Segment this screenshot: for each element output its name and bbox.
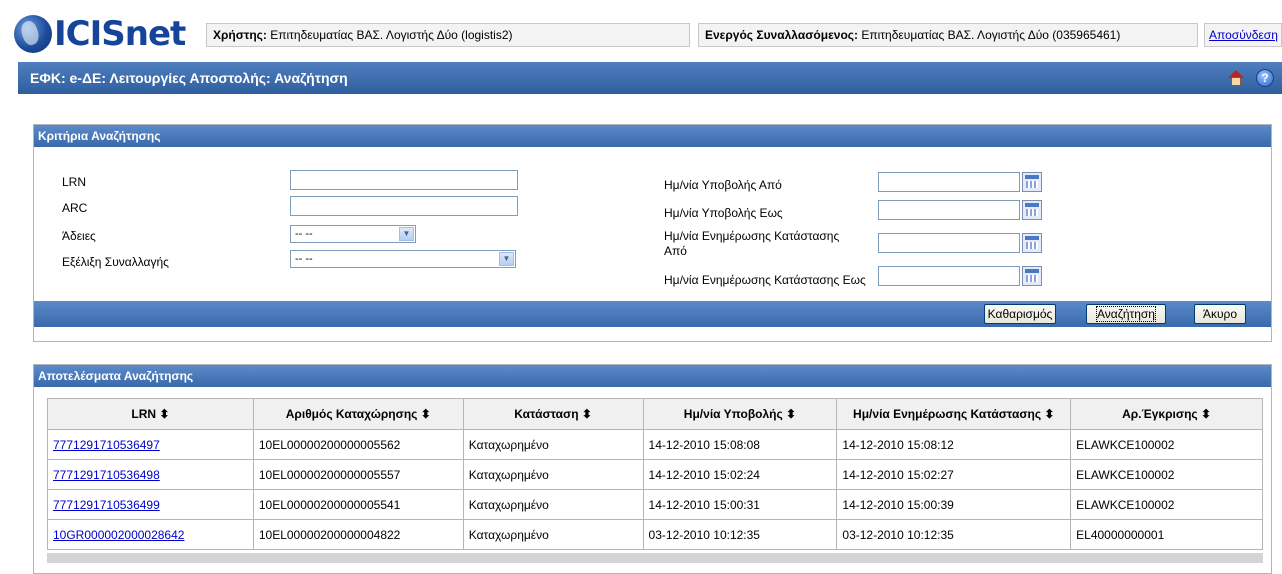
status-update-date-cell: 14-12-2010 15:02:27	[836, 459, 1072, 490]
home-icon[interactable]	[1228, 70, 1244, 86]
update-from-label-line2: Από	[664, 244, 687, 258]
lrn-cell: 10GR000002000028642	[47, 519, 254, 550]
update-to-label: Ημ/νία Ενημέρωσης Κατάστασης Εως	[664, 273, 866, 287]
user-label: Χρήστης:	[213, 28, 267, 42]
horizontal-scrollbar[interactable]	[47, 553, 1263, 563]
criteria-button-bar: Καθαρισμός Αναζήτηση Άκυρο	[34, 301, 1271, 327]
registration-number-cell: 10EL00000200000005562	[252, 429, 464, 460]
search-button[interactable]: Αναζήτηση	[1086, 304, 1166, 324]
table-row: 7771291710536497 10EL00000200000005562 Κ…	[47, 429, 1263, 460]
search-results-panel: Αποτελέσματα Αναζήτησης LRN ⬍ Αριθμός Κα…	[33, 364, 1272, 574]
column-header-registration-number[interactable]: Αριθμός Καταχώρησης ⬍	[252, 398, 464, 430]
table-row: 7771291710536499 10EL00000200000005541 Κ…	[47, 489, 1263, 520]
update-to-input[interactable]	[878, 266, 1020, 286]
icisnet-logo: ICISnet	[14, 14, 186, 54]
help-icon[interactable]: ?	[1256, 69, 1274, 87]
search-criteria-panel: Κριτήρια Αναζήτησης LRN ARC Άδειες -- --…	[33, 124, 1272, 342]
permits-select[interactable]: -- -- ▼	[290, 225, 416, 243]
column-header-approval-number[interactable]: Αρ.Έγκρισης ⬍	[1070, 398, 1263, 430]
permits-select-value: -- --	[295, 228, 313, 240]
arc-input[interactable]	[290, 196, 518, 216]
column-header-submission-date[interactable]: Ημ/νία Υποβολής ⬍	[642, 398, 838, 430]
user-value: Επιτηδευματίας ΒΑΣ. Λογιστής Δύο (logist…	[270, 28, 513, 42]
active-party-label: Ενεργός Συναλλασόμενος:	[705, 28, 859, 42]
page-title-bar: ΕΦΚ: e-ΔΕ: Λειτουργίες Αποστολής: Αναζήτ…	[18, 62, 1282, 94]
submission-date-cell: 14-12-2010 15:00:31	[642, 489, 838, 520]
submission-from-input[interactable]	[878, 172, 1020, 192]
column-header-status[interactable]: Κατάσταση ⬍	[462, 398, 644, 430]
lrn-link[interactable]: 10GR000002000028642	[53, 528, 184, 542]
search-button-label: Αναζήτηση	[1096, 306, 1156, 322]
table-header-row: LRN ⬍ Αριθμός Καταχώρησης ⬍ Κατάσταση ⬍ …	[47, 398, 1263, 430]
search-results-header: Αποτελέσματα Αναζήτησης	[34, 365, 1271, 387]
registration-number-cell: 10EL00000200000005541	[252, 489, 464, 520]
status-cell: Καταχωρημένο	[462, 489, 644, 520]
globe-icon	[14, 15, 52, 53]
approval-number-cell: ELAWKCE100002	[1070, 429, 1263, 460]
status-update-date-cell: 14-12-2010 15:08:12	[836, 429, 1072, 460]
calendar-icon[interactable]	[1022, 200, 1042, 220]
user-info: Χρήστης: Επιτηδευματίας ΒΑΣ. Λογιστής Δύ…	[206, 23, 690, 47]
lrn-link[interactable]: 7771291710536499	[53, 498, 160, 512]
update-from-label-line1: Ημ/νία Ενημέρωσης Κατάστασης	[664, 229, 840, 243]
status-update-date-cell: 03-12-2010 10:12:35	[836, 519, 1072, 550]
page-title: ΕΦΚ: e-ΔΕ: Λειτουργίες Αποστολής: Αναζήτ…	[30, 70, 348, 86]
lrn-label: LRN	[62, 175, 87, 189]
column-header-status-update-date[interactable]: Ημ/νία Ενημέρωσης Κατάστασης ⬍	[836, 398, 1072, 430]
search-criteria-header: Κριτήρια Αναζήτησης	[34, 125, 1271, 147]
cancel-button[interactable]: Άκυρο	[1194, 304, 1246, 324]
table-row: 10GR000002000028642 10EL0000020000000482…	[47, 519, 1263, 550]
active-party-info: Ενεργός Συναλλασόμενος: Επιτηδευματίας Β…	[698, 23, 1198, 47]
status-cell: Καταχωρημένο	[462, 459, 644, 490]
lrn-cell: 7771291710536497	[47, 429, 254, 460]
progress-select[interactable]: -- -- ▼	[290, 250, 516, 268]
registration-number-cell: 10EL00000200000005557	[252, 459, 464, 490]
chevron-down-icon[interactable]: ▼	[499, 252, 514, 266]
lrn-link[interactable]: 7771291710536497	[53, 438, 160, 452]
active-party-value: Επιτηδευματίας ΒΑΣ. Λογιστής Δύο (035965…	[861, 28, 1121, 42]
status-cell: Καταχωρημένο	[462, 429, 644, 460]
submission-from-label: Ημ/νία Υποβολής Από	[664, 178, 782, 192]
calendar-icon[interactable]	[1022, 172, 1042, 192]
top-bar: ICISnet Χρήστης: Επιτηδευματίας ΒΑΣ. Λογ…	[0, 0, 1282, 58]
permits-label: Άδειες	[62, 229, 96, 243]
calendar-icon[interactable]	[1022, 266, 1042, 286]
approval-number-cell: ELAWKCE100002	[1070, 489, 1263, 520]
calendar-icon[interactable]	[1022, 233, 1042, 253]
chevron-down-icon[interactable]: ▼	[399, 227, 414, 241]
submission-date-cell: 14-12-2010 15:08:08	[642, 429, 838, 460]
progress-select-value: -- --	[295, 253, 313, 265]
lrn-cell: 7771291710536498	[47, 459, 254, 490]
registration-number-cell: 10EL00000200000004822	[252, 519, 464, 550]
column-header-lrn[interactable]: LRN ⬍	[47, 398, 254, 430]
submission-to-input[interactable]	[878, 200, 1020, 220]
lrn-cell: 7771291710536499	[47, 489, 254, 520]
update-from-input[interactable]	[878, 233, 1020, 253]
logout-link[interactable]: Αποσύνδεση	[1204, 23, 1282, 47]
status-update-date-cell: 14-12-2010 15:00:39	[836, 489, 1072, 520]
results-table: LRN ⬍ Αριθμός Καταχώρησης ⬍ Κατάσταση ⬍ …	[47, 398, 1263, 550]
submission-date-cell: 14-12-2010 15:02:24	[642, 459, 838, 490]
status-cell: Καταχωρημένο	[462, 519, 644, 550]
lrn-link[interactable]: 7771291710536498	[53, 468, 160, 482]
approval-number-cell: EL40000000001	[1070, 519, 1263, 550]
submission-to-label: Ημ/νία Υποβολής Εως	[664, 206, 783, 220]
lrn-input[interactable]	[290, 170, 518, 190]
clear-button[interactable]: Καθαρισμός	[984, 304, 1056, 324]
arc-label: ARC	[62, 201, 88, 215]
progress-label: Εξέλιξη Συναλλαγής	[62, 255, 169, 269]
submission-date-cell: 03-12-2010 10:12:35	[642, 519, 838, 550]
logo-text: ICISnet	[54, 14, 186, 54]
table-row: 7771291710536498 10EL00000200000005557 Κ…	[47, 459, 1263, 490]
approval-number-cell: ELAWKCE100002	[1070, 459, 1263, 490]
